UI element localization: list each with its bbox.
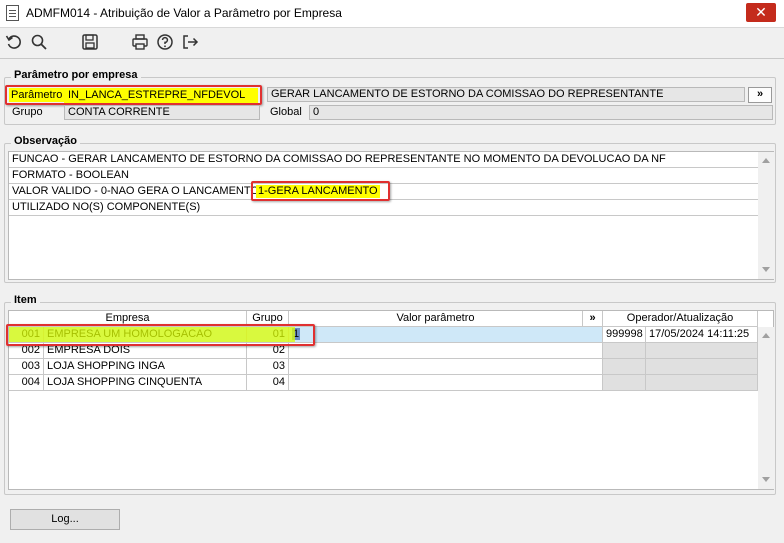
observacao-textbox[interactable]: FUNCAO - GERAR LANCAMENTO DE ESTORNO DA … bbox=[8, 151, 774, 280]
global-field: 0 bbox=[309, 105, 773, 120]
annotation-box-parametro bbox=[5, 85, 262, 105]
row-3-operador bbox=[603, 359, 646, 375]
observacao-scrollbar[interactable] bbox=[758, 152, 774, 279]
global-label: Global bbox=[270, 106, 302, 118]
grid-scroll-down-icon[interactable] bbox=[762, 477, 770, 482]
row-4-empresa[interactable]: LOJA SHOPPING CINQUENTA bbox=[44, 375, 247, 391]
help-icon[interactable] bbox=[155, 32, 175, 52]
close-button[interactable]: ✕ bbox=[746, 3, 776, 22]
observacao-legend: Observação bbox=[11, 135, 80, 147]
scroll-up-icon[interactable] bbox=[762, 158, 770, 163]
item-legend: Item bbox=[11, 294, 40, 306]
row-4-atualizacao bbox=[646, 375, 758, 391]
row-3-valor[interactable] bbox=[289, 359, 603, 375]
toolbar bbox=[0, 29, 784, 55]
parametro-description-field: GERAR LANCAMENTO DE ESTORNO DA COMISSAO … bbox=[267, 87, 745, 102]
observacao-line-1: FUNCAO - GERAR LANCAMENTO DE ESTORNO DA … bbox=[9, 152, 759, 168]
annotation-box-row-1 bbox=[6, 324, 315, 346]
annotation-box-valor-valido bbox=[251, 181, 390, 201]
save-icon[interactable] bbox=[80, 32, 100, 52]
item-grid-scrollbar[interactable] bbox=[758, 327, 774, 489]
row-1-operador: 999998 bbox=[603, 327, 646, 343]
row-2-valor[interactable] bbox=[289, 343, 603, 359]
row-1-valor[interactable]: 1 bbox=[289, 327, 603, 343]
grupo-field: CONTA CORRENTE bbox=[64, 105, 260, 120]
observacao-line-4: UTILIZADO NO(S) COMPONENTE(S) bbox=[9, 200, 759, 216]
parametro-legend: Parâmetro por empresa bbox=[11, 69, 141, 81]
scroll-down-icon[interactable] bbox=[762, 267, 770, 272]
header-operador-atualizacao[interactable]: Operador/Atualização bbox=[603, 311, 758, 327]
title-bar: ADMFM014 - Atribuição de Valor a Parâmet… bbox=[0, 0, 784, 28]
row-2-operador bbox=[603, 343, 646, 359]
print-icon[interactable] bbox=[130, 32, 150, 52]
row-4-operador bbox=[603, 375, 646, 391]
search-icon[interactable] bbox=[29, 32, 49, 52]
header-expand-button[interactable]: » bbox=[583, 311, 603, 327]
row-4-codigo[interactable]: 004 bbox=[9, 375, 44, 391]
row-3-codigo[interactable]: 003 bbox=[9, 359, 44, 375]
grupo-label: Grupo bbox=[12, 106, 43, 118]
row-3-atualizacao bbox=[646, 359, 758, 375]
row-4-grupo[interactable]: 04 bbox=[247, 375, 289, 391]
grid-scroll-up-icon[interactable] bbox=[762, 333, 770, 338]
document-icon bbox=[6, 5, 19, 21]
header-valor-parametro[interactable]: Valor parâmetro bbox=[289, 311, 583, 327]
log-button[interactable]: Log... bbox=[10, 509, 120, 530]
exit-icon[interactable] bbox=[180, 32, 200, 52]
row-3-grupo[interactable]: 03 bbox=[247, 359, 289, 375]
undo-icon[interactable] bbox=[4, 32, 24, 52]
window-title: ADMFM014 - Atribuição de Valor a Parâmet… bbox=[26, 6, 342, 20]
row-2-atualizacao bbox=[646, 343, 758, 359]
row-1-atualizacao: 17/05/2024 14:11:25 bbox=[646, 327, 758, 343]
main-panel: Parâmetro por empresa Parâmetro IN_LANCA… bbox=[0, 58, 784, 543]
row-4-valor[interactable] bbox=[289, 375, 603, 391]
parametro-expand-button[interactable]: » bbox=[748, 87, 772, 103]
row-3-empresa[interactable]: LOJA SHOPPING INGA bbox=[44, 359, 247, 375]
